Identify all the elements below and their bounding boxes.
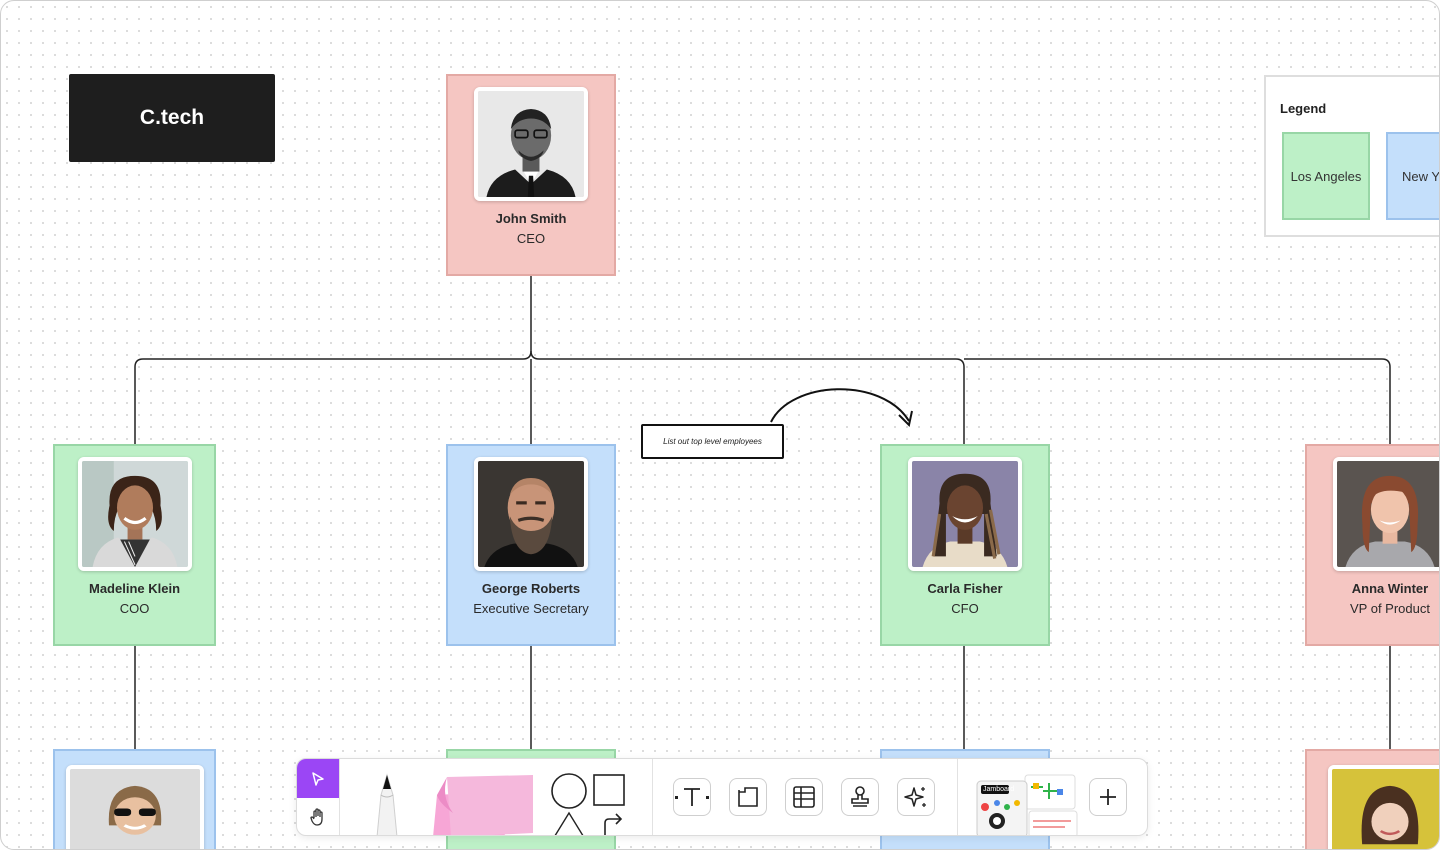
frame-icon bbox=[738, 787, 758, 807]
annotation-note-text: List out top level employees bbox=[663, 437, 762, 446]
exec-secretary-photo bbox=[474, 457, 588, 571]
cfo-role: CFO bbox=[951, 601, 979, 616]
ceo-name: John Smith bbox=[495, 211, 567, 226]
report-card-1[interactable] bbox=[53, 749, 216, 849]
vp-product-photo bbox=[1333, 457, 1439, 571]
select-tool-button[interactable] bbox=[297, 759, 339, 798]
marker-icon bbox=[376, 773, 398, 835]
exec-secretary-role: Executive Secretary bbox=[473, 601, 589, 616]
arrow-shape-button[interactable] bbox=[599, 811, 627, 835]
sparkle-icon bbox=[904, 787, 926, 807]
coo-photo bbox=[77, 457, 192, 571]
ceo-role: CEO bbox=[516, 231, 546, 246]
triangle-icon bbox=[554, 811, 584, 835]
cfo-photo bbox=[908, 457, 1022, 571]
square-icon bbox=[593, 774, 625, 806]
triangle-shape-button[interactable] bbox=[551, 811, 587, 835]
select-icon bbox=[312, 771, 324, 786]
legend-swatch-los-angeles[interactable]: Los Angeles bbox=[1282, 132, 1370, 220]
vp-product-card[interactable]: Anna Winter VP of Product bbox=[1305, 444, 1439, 646]
text-icon bbox=[675, 788, 709, 806]
templates-button[interactable]: Jamboard bbox=[973, 773, 1081, 835]
plus-icon bbox=[1100, 789, 1116, 805]
note-arrow bbox=[770, 388, 913, 428]
toolbar-divider bbox=[957, 759, 958, 835]
add-more-button[interactable] bbox=[1089, 778, 1127, 816]
exec-secretary-card[interactable]: George Roberts Executive Secretary bbox=[446, 444, 616, 646]
templates-icon bbox=[976, 774, 1078, 835]
hand-icon bbox=[310, 808, 323, 826]
table-tool-button[interactable] bbox=[785, 778, 823, 816]
ceo-card[interactable]: John Smith CEO bbox=[446, 74, 616, 276]
text-tool-button[interactable] bbox=[673, 778, 711, 816]
arrow-icon bbox=[604, 813, 623, 835]
table-icon bbox=[793, 786, 815, 808]
coo-name: Madeline Klein bbox=[88, 581, 181, 596]
circle-icon bbox=[551, 773, 587, 809]
square-shape-button[interactable] bbox=[592, 773, 626, 807]
stamp-tool-button[interactable] bbox=[841, 778, 879, 816]
report-4-photo bbox=[1328, 765, 1439, 849]
company-logo[interactable]: C.tech bbox=[69, 74, 275, 162]
legend-swatch-new-york[interactable]: New Y bbox=[1386, 132, 1440, 220]
ai-sparkle-button[interactable] bbox=[897, 778, 935, 816]
frame-tool-button[interactable] bbox=[729, 778, 767, 816]
legend-label-los-angeles: Los Angeles bbox=[1290, 168, 1362, 184]
toolbar-divider bbox=[339, 759, 340, 835]
annotation-note[interactable]: List out top level employees bbox=[641, 424, 784, 459]
legend-label-new-york: New Y bbox=[1402, 168, 1440, 184]
stamp-icon bbox=[851, 786, 869, 807]
legend-panel[interactable]: Legend Los Angeles New Y bbox=[1264, 75, 1440, 237]
exec-secretary-name: George Roberts bbox=[481, 581, 581, 596]
cfo-name: Carla Fisher bbox=[927, 581, 1003, 596]
templates-badge: Jamboard bbox=[983, 786, 1015, 793]
toolbar-divider bbox=[652, 759, 653, 835]
sticky-note-tool-button[interactable] bbox=[429, 773, 535, 835]
legend-title: Legend bbox=[1280, 101, 1327, 116]
coo-role: COO bbox=[119, 601, 150, 616]
whiteboard-canvas[interactable]: C.tech John Smith CEO Madeline Klein COO… bbox=[0, 0, 1440, 850]
circle-shape-button[interactable] bbox=[549, 771, 589, 811]
vp-product-role: VP of Product bbox=[1350, 601, 1430, 616]
marker-tool-button[interactable] bbox=[365, 773, 409, 835]
vp-product-name: Anna Winter bbox=[1351, 581, 1429, 596]
logo-text: C.tech bbox=[139, 106, 205, 129]
bottom-toolbar: Jamboard bbox=[296, 758, 1148, 836]
coo-card[interactable]: Madeline Klein COO bbox=[53, 444, 216, 646]
ceo-photo bbox=[474, 87, 588, 201]
hand-tool-button[interactable] bbox=[297, 798, 339, 835]
report-card-4[interactable] bbox=[1305, 749, 1439, 849]
report-1-photo bbox=[65, 765, 204, 849]
cfo-card[interactable]: Carla Fisher CFO bbox=[880, 444, 1050, 646]
sticky-note-icon bbox=[433, 775, 533, 835]
